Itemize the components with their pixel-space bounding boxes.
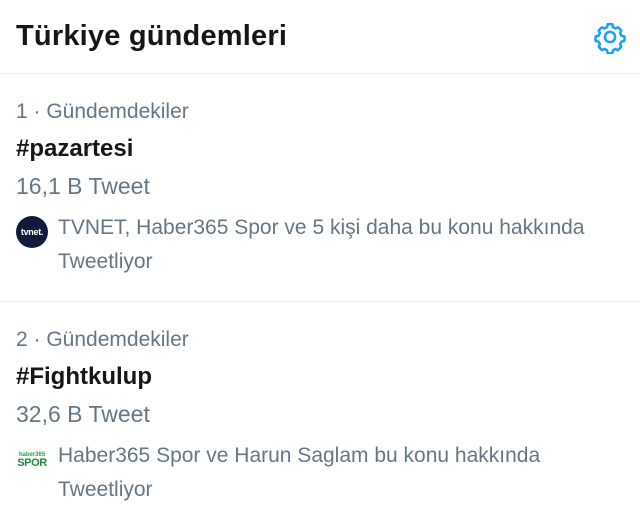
trends-title: Türkiye gündemleri: [16, 20, 288, 52]
tvnet-logo-text: tvnet.: [20, 227, 44, 237]
trend-tweet-count: 16,1 B Tweet: [16, 173, 150, 199]
trends-header: Türkiye gündemleri: [0, 0, 640, 74]
trend-context: tvnet. TVNET, Haber365 Spor ve 5 kişi da…: [16, 214, 624, 279]
trend-item[interactable]: 1 · Gündemdekiler #pazartesi 16,1 B Twee…: [0, 74, 640, 302]
trend-tweet-count: 32,6 B Tweet: [16, 401, 150, 427]
avatar[interactable]: haber365 SPOR: [16, 444, 48, 476]
avatar[interactable]: tvnet.: [16, 216, 48, 248]
trend-meta: 2 · Gündemdekiler: [16, 328, 189, 351]
trends-panel: Türkiye gündemleri 1 · Gündemdekiler #pa…: [0, 0, 640, 532]
settings-button[interactable]: [590, 17, 630, 57]
trend-name[interactable]: #Fightkulup: [16, 361, 624, 393]
trend-context: haber365 SPOR Haber365 Spor ve Harun Sag…: [16, 442, 624, 507]
trend-meta: 1 · Gündemdekiler: [16, 100, 189, 123]
trend-context-text: TVNET, Haber365 Spor ve 5 kişi daha bu k…: [58, 216, 585, 273]
spor-logo-text: SPOR: [17, 456, 47, 469]
trend-context-text: Haber365 Spor ve Harun Saglam bu konu ha…: [58, 444, 541, 501]
gear-icon: [594, 22, 626, 54]
trend-name[interactable]: #pazartesi: [16, 133, 624, 165]
trend-item[interactable]: 2 · Gündemdekiler #Fightkulup 32,6 B Twe…: [0, 302, 640, 531]
